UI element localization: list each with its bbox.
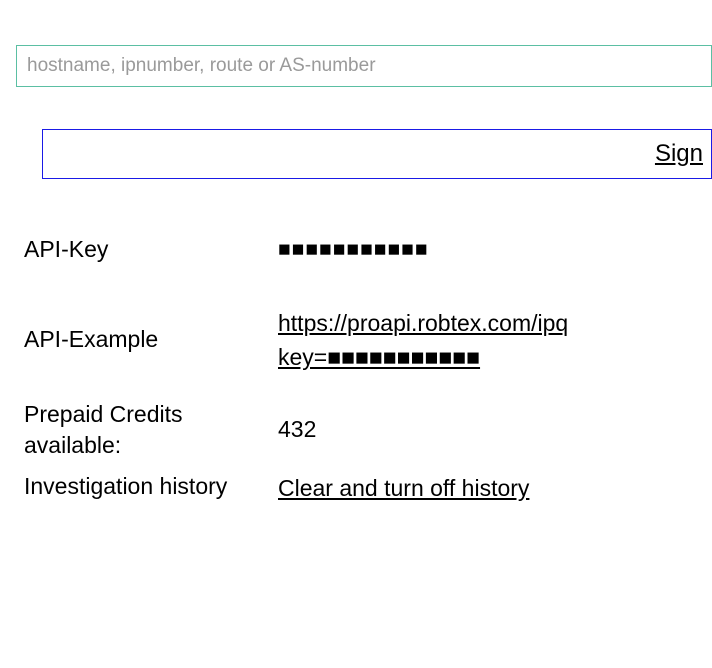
row-credits: Prepaid Credits available: 432: [24, 399, 712, 461]
label-credits: Prepaid Credits available:: [24, 399, 278, 461]
value-api-example: https://proapi.robtex.com/ipqkey=■■■■■■■…: [278, 306, 568, 375]
info-table: API-Key ■■■■■■■■■■■ API-Example https://…: [24, 234, 712, 505]
value-credits: 432: [278, 412, 316, 447]
row-api-key: API-Key ■■■■■■■■■■■: [24, 234, 712, 266]
search-input[interactable]: [16, 45, 712, 87]
sign-box: Sign: [42, 129, 712, 179]
sign-link[interactable]: Sign: [655, 140, 703, 168]
value-api-key: ■■■■■■■■■■■: [278, 234, 429, 266]
api-example-link[interactable]: https://proapi.robtex.com/ipqkey=■■■■■■■…: [278, 310, 568, 371]
label-history: Investigation history: [24, 471, 278, 502]
row-api-example: API-Example https://proapi.robtex.com/ip…: [24, 306, 712, 375]
row-history: Investigation history Clear and turn off…: [24, 471, 712, 506]
label-api-key: API-Key: [24, 234, 278, 265]
clear-history-link[interactable]: Clear and turn off history: [278, 475, 529, 501]
label-api-example: API-Example: [24, 324, 278, 355]
